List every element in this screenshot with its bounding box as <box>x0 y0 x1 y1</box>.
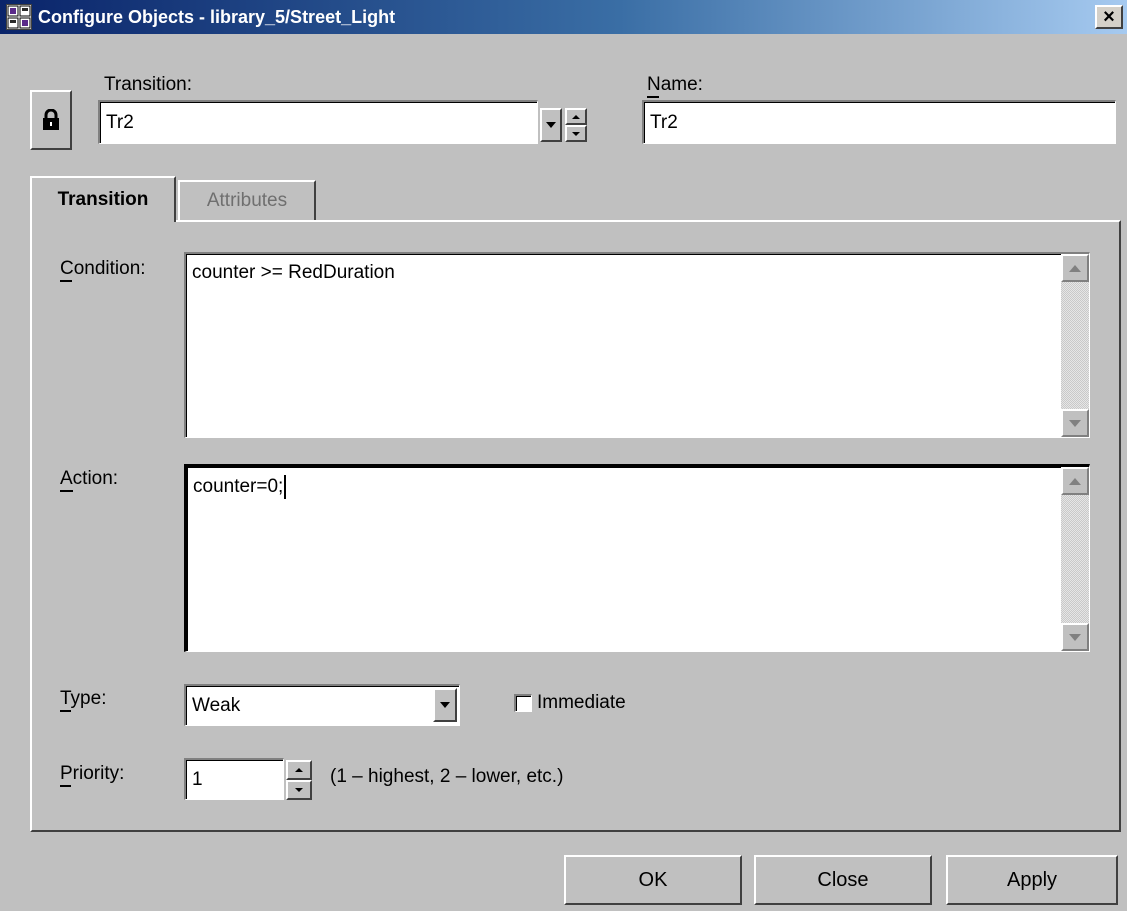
spin-down-icon <box>572 131 580 136</box>
condition-text: counter >= RedDuration <box>192 262 395 283</box>
scroll-down-icon <box>1069 419 1081 427</box>
ok-button-label: OK <box>638 868 668 891</box>
priority-spinner[interactable] <box>286 760 312 800</box>
spin-down-icon <box>295 788 303 792</box>
immediate-label[interactable]: Immediate <box>537 692 626 714</box>
name-label: Name: <box>647 74 703 96</box>
chevron-down-icon <box>546 122 556 128</box>
priority-mnemonic-underline <box>60 785 71 787</box>
name-field[interactable]: Tr2 <box>642 100 1116 144</box>
apply-button-label: Apply <box>1006 868 1058 891</box>
transition-label: Transition: <box>104 74 192 95</box>
title-bar[interactable]: Configure Objects - library_5/Street_Lig… <box>0 0 1127 34</box>
lock-button[interactable] <box>30 90 72 150</box>
transition-combobox-value: Tr2 <box>106 111 134 133</box>
spin-up-icon <box>572 114 580 119</box>
condition-scroll-down-button[interactable] <box>1061 409 1089 437</box>
condition-textarea[interactable]: counter >= RedDuration <box>184 252 1090 438</box>
type-dropdown-button[interactable] <box>433 688 457 722</box>
close-button-label: Close <box>817 868 869 891</box>
name-field-value: Tr2 <box>650 111 678 133</box>
transition-dropdown-button[interactable] <box>540 108 562 142</box>
apply-button[interactable]: Apply <box>946 855 1118 905</box>
tab-transition[interactable]: Transition <box>30 176 176 222</box>
action-scroll-up-button[interactable] <box>1061 467 1089 495</box>
tab-attributes-label: Attributes <box>206 190 288 211</box>
priority-hint: (1 – highest, 2 – lower, etc.) <box>330 766 564 787</box>
condition-label: Condition: <box>60 258 146 279</box>
tab-attributes[interactable]: Attributes <box>178 180 316 220</box>
name-label-text: Name: <box>647 74 703 95</box>
priority-label: Priority: <box>60 763 125 784</box>
priority-field-value: 1 <box>192 768 203 790</box>
action-text: counter=0; <box>193 476 284 498</box>
condition-scrollbar[interactable] <box>1061 254 1089 437</box>
type-select-value: Weak <box>192 694 241 716</box>
close-icon: × <box>1103 6 1115 28</box>
action-textarea[interactable]: counter=0; <box>184 464 1090 652</box>
lock-icon <box>43 109 59 130</box>
transition-combobox[interactable]: Tr2 <box>98 100 538 144</box>
type-mnemonic-underline <box>60 710 71 712</box>
spin-up-icon <box>295 768 303 772</box>
condition-mnemonic-underline <box>60 280 72 282</box>
transition-spin-down-button[interactable] <box>565 125 587 142</box>
action-mnemonic-underline <box>60 490 73 492</box>
action-label: Action: <box>60 468 119 489</box>
chevron-down-icon <box>440 702 450 708</box>
ok-button[interactable]: OK <box>564 855 742 905</box>
scroll-up-icon <box>1069 264 1081 272</box>
transition-spin-up-button[interactable] <box>565 108 587 125</box>
tab-transition-label: Transition <box>57 189 149 210</box>
action-scrollbar[interactable] <box>1061 467 1089 651</box>
scroll-down-icon <box>1069 633 1081 641</box>
scroll-up-icon <box>1069 477 1081 485</box>
immediate-checkbox[interactable] <box>514 694 532 712</box>
name-mnemonic-underline <box>647 96 659 98</box>
text-caret <box>284 475 287 499</box>
close-window-button[interactable]: × <box>1095 5 1123 29</box>
close-button[interactable]: Close <box>754 855 932 905</box>
action-scroll-down-button[interactable] <box>1061 623 1089 651</box>
priority-field[interactable]: 1 <box>184 758 284 800</box>
priority-spin-up-button[interactable] <box>286 760 312 780</box>
type-select[interactable]: Weak <box>184 684 460 726</box>
type-label: Type: <box>60 688 107 709</box>
condition-scroll-up-button[interactable] <box>1061 254 1089 282</box>
app-icon <box>6 4 32 30</box>
window-title: Configure Objects - library_5/Street_Lig… <box>38 7 396 27</box>
action-content: counter=0; <box>193 475 287 499</box>
transition-spinner[interactable] <box>565 108 587 142</box>
priority-spin-down-button[interactable] <box>286 780 312 800</box>
